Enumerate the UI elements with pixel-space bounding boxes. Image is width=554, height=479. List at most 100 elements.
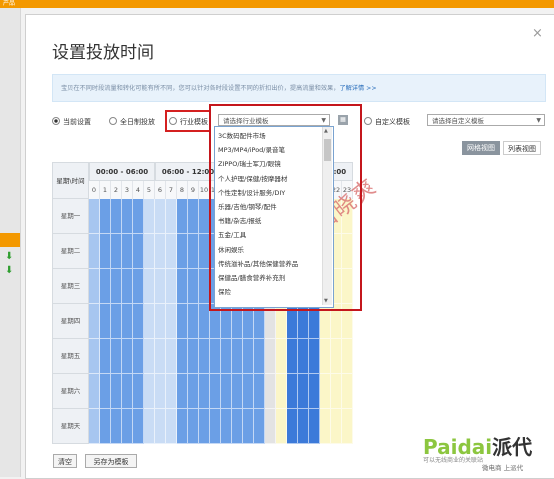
time-cell[interactable]: [254, 409, 265, 444]
time-cell[interactable]: [243, 374, 254, 409]
time-cell[interactable]: [144, 374, 155, 409]
time-cell[interactable]: [177, 234, 188, 269]
hour-header[interactable]: 5: [144, 181, 155, 199]
hour-header[interactable]: 4: [133, 181, 144, 199]
time-cell[interactable]: [177, 199, 188, 234]
time-cell[interactable]: [188, 339, 199, 374]
time-cell[interactable]: [155, 199, 166, 234]
time-cell[interactable]: [254, 339, 265, 374]
time-cell[interactable]: [232, 409, 243, 444]
time-cell[interactable]: [144, 234, 155, 269]
time-cell[interactable]: [232, 374, 243, 409]
time-cell[interactable]: [155, 304, 166, 339]
time-cell[interactable]: [89, 199, 100, 234]
radio-icon[interactable]: [109, 117, 117, 125]
radio-icon[interactable]: [52, 117, 60, 125]
time-cell[interactable]: [166, 339, 177, 374]
time-cell[interactable]: [133, 269, 144, 304]
time-cell[interactable]: [133, 199, 144, 234]
time-cell[interactable]: [133, 374, 144, 409]
time-cell[interactable]: [188, 304, 199, 339]
time-cell[interactable]: [144, 269, 155, 304]
time-cell[interactable]: [309, 339, 320, 374]
time-cell[interactable]: [221, 374, 232, 409]
time-cell[interactable]: [122, 199, 133, 234]
time-cell[interactable]: [342, 339, 353, 374]
day-label[interactable]: 星期三: [52, 269, 89, 304]
time-cell[interactable]: [188, 199, 199, 234]
time-cell[interactable]: [100, 339, 111, 374]
time-cell[interactable]: [144, 409, 155, 444]
time-cell[interactable]: [177, 269, 188, 304]
time-cell[interactable]: [254, 374, 265, 409]
time-cell[interactable]: [122, 234, 133, 269]
time-cell[interactable]: [177, 374, 188, 409]
time-cell[interactable]: [155, 374, 166, 409]
time-cell[interactable]: [199, 409, 210, 444]
time-cell[interactable]: [144, 199, 155, 234]
time-cell[interactable]: [166, 374, 177, 409]
time-cell[interactable]: [298, 409, 309, 444]
time-cell[interactable]: [100, 374, 111, 409]
time-cell[interactable]: [111, 304, 122, 339]
left-tab[interactable]: [0, 233, 20, 247]
day-label[interactable]: 星期天: [52, 409, 89, 444]
time-cell[interactable]: [298, 339, 309, 374]
time-cell[interactable]: [287, 339, 298, 374]
time-cell[interactable]: [309, 409, 320, 444]
time-cell[interactable]: [122, 269, 133, 304]
time-cell[interactable]: [122, 304, 133, 339]
time-cell[interactable]: [177, 304, 188, 339]
time-cell[interactable]: [210, 374, 221, 409]
time-cell[interactable]: [320, 409, 331, 444]
day-label[interactable]: 星期一: [52, 199, 89, 234]
time-cell[interactable]: [342, 409, 353, 444]
time-cell[interactable]: [111, 374, 122, 409]
time-cell[interactable]: [276, 374, 287, 409]
time-cell[interactable]: [155, 234, 166, 269]
time-cell[interactable]: [166, 199, 177, 234]
time-cell[interactable]: [100, 234, 111, 269]
option-custom[interactable]: 自定义模板: [364, 117, 410, 127]
hour-header[interactable]: 0: [89, 181, 100, 199]
day-label[interactable]: 星期二: [52, 234, 89, 269]
time-cell[interactable]: [287, 374, 298, 409]
radio-icon[interactable]: [364, 117, 372, 125]
time-cell[interactable]: [100, 269, 111, 304]
hour-header[interactable]: 9: [188, 181, 199, 199]
time-cell[interactable]: [89, 409, 100, 444]
grid-view-button[interactable]: 网格视图: [462, 141, 500, 155]
time-cell[interactable]: [331, 374, 342, 409]
time-cell[interactable]: [111, 409, 122, 444]
learn-more-link[interactable]: 了解详情 >>: [339, 85, 376, 92]
hour-header[interactable]: 6: [155, 181, 166, 199]
time-cell[interactable]: [111, 234, 122, 269]
time-cell[interactable]: [89, 234, 100, 269]
time-cell[interactable]: [122, 374, 133, 409]
hour-header[interactable]: 2: [111, 181, 122, 199]
hour-header[interactable]: 7: [166, 181, 177, 199]
custom-template-select[interactable]: 请选择自定义模板 ▼: [427, 114, 545, 126]
save-as-template-button[interactable]: 另存为模板: [85, 454, 137, 468]
time-cell[interactable]: [144, 304, 155, 339]
day-label[interactable]: 星期五: [52, 339, 89, 374]
time-cell[interactable]: [188, 234, 199, 269]
time-cell[interactable]: [265, 409, 276, 444]
time-cell[interactable]: [177, 339, 188, 374]
time-cell[interactable]: [232, 339, 243, 374]
time-cell[interactable]: [331, 409, 342, 444]
time-cell[interactable]: [111, 199, 122, 234]
time-cell[interactable]: [111, 339, 122, 374]
day-label[interactable]: 星期四: [52, 304, 89, 339]
list-view-button[interactable]: 列表视图: [503, 141, 541, 155]
time-cell[interactable]: [199, 339, 210, 374]
time-cell[interactable]: [199, 374, 210, 409]
time-cell[interactable]: [155, 269, 166, 304]
time-cell[interactable]: [166, 409, 177, 444]
time-cell[interactable]: [243, 409, 254, 444]
time-cell[interactable]: [89, 374, 100, 409]
time-cell[interactable]: [111, 269, 122, 304]
hour-header[interactable]: 8: [177, 181, 188, 199]
time-cell[interactable]: [342, 374, 353, 409]
time-cell[interactable]: [155, 339, 166, 374]
